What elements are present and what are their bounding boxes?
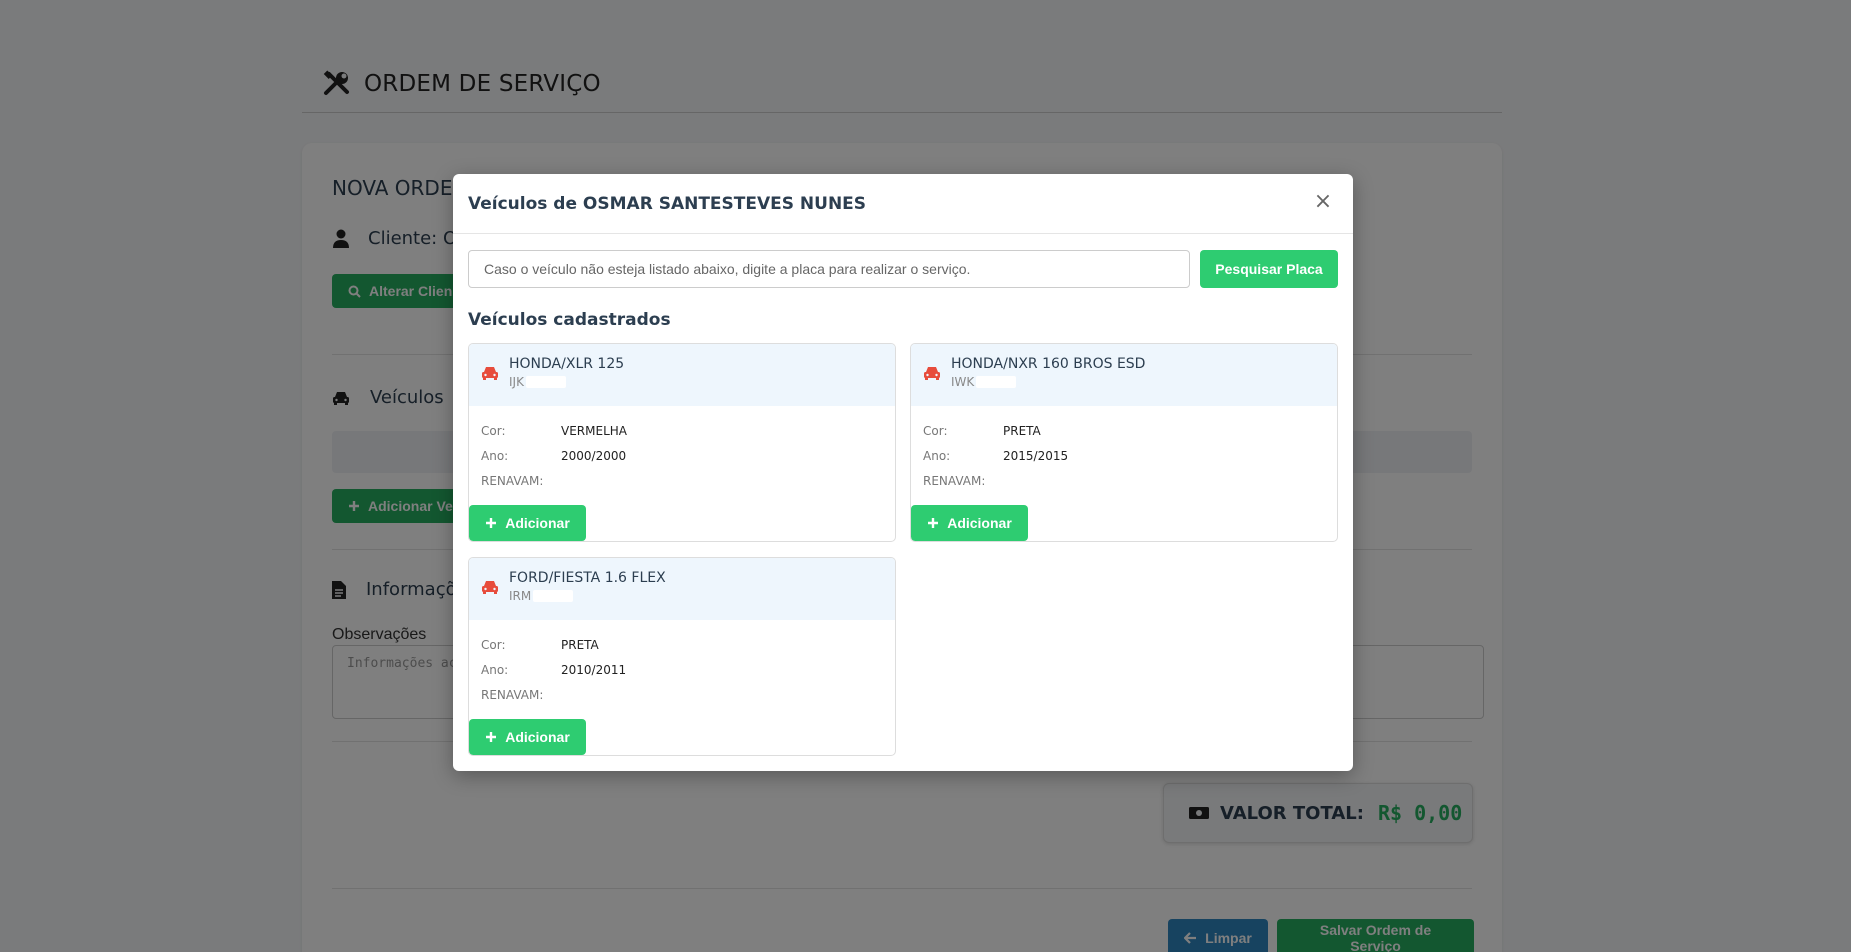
vehicle-card-header: FORD/FIESTA 1.6 FLEX IRM <box>469 558 895 620</box>
year-value: 2000/2000 <box>561 448 627 463</box>
vehicle-plate: IWK <box>951 375 1145 389</box>
vehicle-details: Cor: PRETA Ano: 2010/2011 RENAVAM: <box>469 620 895 707</box>
vehicle-details: Cor: VERMELHA Ano: 2000/2000 RENAVAM: <box>469 406 895 493</box>
plate-redaction <box>976 376 1017 388</box>
add-vehicle-button[interactable]: Adicionar <box>911 505 1028 541</box>
add-label: Adicionar <box>505 729 570 745</box>
vehicles-modal: Veículos de OSMAR SANTESTEVES NUNES × Pe… <box>453 174 1353 771</box>
vehicle-card-header: HONDA/XLR 125 IJK <box>469 344 895 406</box>
vehicle-name: HONDA/NXR 160 BROS ESD <box>951 356 1146 372</box>
year-label: Ano: <box>481 662 509 677</box>
year-value: 2010/2011 <box>561 662 627 677</box>
vehicle-plate: IRM <box>509 589 666 603</box>
vehicle-card: HONDA/XLR 125 IJK Cor: VERMELHA Ano: 2000/… <box>468 343 896 542</box>
plate-prefix: IWK <box>951 375 975 389</box>
color-value: VERMELHA <box>561 423 627 438</box>
vehicle-card: HONDA/NXR 160 BROS ESD IWK Cor: PRETA Ano… <box>910 343 1338 542</box>
vehicle-card-header: HONDA/NXR 160 BROS ESD IWK <box>911 344 1337 406</box>
add-vehicle-button[interactable]: Adicionar <box>469 505 586 541</box>
car-icon <box>482 581 498 594</box>
plate-search-input[interactable] <box>468 250 1190 288</box>
year-label: Ano: <box>481 448 509 463</box>
renavam-label: RENAVAM: <box>923 473 986 488</box>
vehicle-name: HONDA/XLR 125 <box>509 356 625 372</box>
plus-icon <box>928 518 939 528</box>
plate-prefix: IRM <box>509 589 532 603</box>
vehicle-plate: IJK <box>509 375 624 389</box>
year-label: Ano: <box>923 448 951 463</box>
plus-icon <box>486 732 497 742</box>
close-icon[interactable]: × <box>1313 191 1333 213</box>
color-label: Cor: <box>923 423 948 438</box>
color-value: PRETA <box>1003 423 1041 438</box>
color-label: Cor: <box>481 637 506 652</box>
plate-search-row: Pesquisar Placa <box>468 250 1338 288</box>
modal-title: Veículos de OSMAR SANTESTEVES NUNES <box>468 193 867 214</box>
vehicle-card: FORD/FIESTA 1.6 FLEX IRM Cor: PRETA Ano: 2… <box>468 557 896 756</box>
plate-redaction <box>533 590 574 602</box>
plus-icon <box>486 518 497 528</box>
add-vehicle-button[interactable]: Adicionar <box>469 719 586 755</box>
car-icon <box>482 367 498 380</box>
add-label: Adicionar <box>505 515 570 531</box>
vehicle-details: Cor: PRETA Ano: 2015/2015 RENAVAM: <box>911 406 1337 493</box>
renavam-label: RENAVAM: <box>481 687 544 702</box>
modal-header: Veículos de OSMAR SANTESTEVES NUNES × <box>453 174 1353 234</box>
color-label: Cor: <box>481 423 506 438</box>
car-icon <box>924 367 940 380</box>
year-value: 2015/2015 <box>1003 448 1069 463</box>
search-plate-button[interactable]: Pesquisar Placa <box>1200 250 1338 288</box>
renavam-label: RENAVAM: <box>481 473 544 488</box>
vehicle-name: FORD/FIESTA 1.6 FLEX <box>509 570 666 586</box>
color-value: PRETA <box>561 637 599 652</box>
registered-vehicles-title: Veículos cadastrados <box>468 310 671 330</box>
add-label: Adicionar <box>947 515 1012 531</box>
plate-redaction <box>525 376 566 388</box>
plate-prefix: IJK <box>509 375 524 389</box>
